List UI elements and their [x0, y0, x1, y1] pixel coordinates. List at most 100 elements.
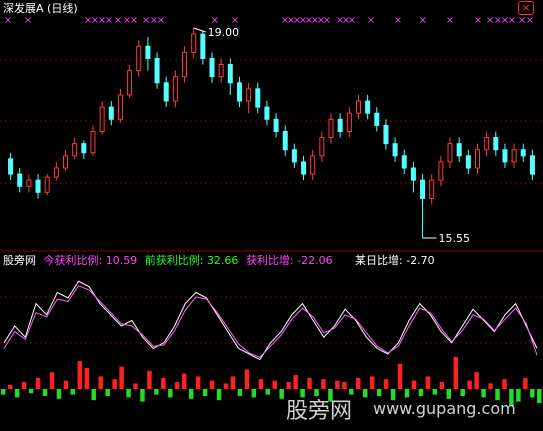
- hist-bar-down: [432, 389, 438, 395]
- histogram-series[interactable]: [1, 356, 542, 406]
- indicator-source: 股旁网: [3, 254, 36, 267]
- hist-bar-up: [369, 376, 375, 389]
- hist-bar-up: [439, 382, 445, 389]
- candle-up: [447, 143, 453, 163]
- candle-up: [182, 51, 188, 78]
- hist-bar-up: [523, 377, 528, 389]
- indicator-line-a[interactable]: [3, 280, 538, 361]
- hist-bar-down: [300, 389, 305, 398]
- candle-down: [264, 106, 270, 120]
- hist-bar-down: [516, 389, 521, 402]
- hist-bar-down: [279, 389, 284, 399]
- hist-bar-down: [251, 389, 257, 398]
- chart-canvas: × × ×××× × ×× × ×× × × ×××××××× ××× × × × × × × ××× × × 19.…: [0, 15, 543, 406]
- signal-marker: ×: [211, 15, 219, 26]
- candle-down: [209, 57, 215, 78]
- candle-up: [172, 76, 178, 102]
- candle-up: [117, 94, 123, 120]
- signal-marker: ×: [130, 15, 138, 26]
- candle-down: [520, 149, 526, 157]
- indicator-line-b[interactable]: [3, 285, 538, 358]
- candle-down: [145, 45, 151, 59]
- hist-bar-down: [349, 389, 354, 395]
- candle-up: [127, 70, 133, 96]
- hist-bar-up: [7, 384, 13, 389]
- hist-bar-up: [453, 356, 458, 389]
- hist-bar-down: [446, 389, 451, 399]
- hist-bar-down: [363, 389, 368, 398]
- signal-marker: ×: [323, 15, 331, 26]
- candle-down: [8, 158, 14, 175]
- close-icon[interactable]: ×: [518, 1, 534, 15]
- hist-bar-down: [418, 389, 424, 396]
- hist-bar-up: [425, 376, 431, 389]
- ind3-label: 获利比增:: [245, 254, 294, 267]
- candle-up: [319, 137, 325, 157]
- candle-up: [53, 167, 59, 178]
- hist-bar-up: [98, 376, 103, 389]
- high-price-label: 19.00: [208, 26, 240, 39]
- candle-down: [227, 64, 233, 84]
- hist-bar-up: [342, 382, 347, 389]
- hist-bar-down: [216, 389, 222, 401]
- hist-bar-up: [195, 376, 201, 389]
- grid-lines: [0, 59, 543, 390]
- candle-down: [17, 173, 23, 187]
- period-label: (日线): [47, 2, 78, 15]
- indicator-header-right: 某日比增: -2.70: [355, 254, 435, 267]
- hist-bar-down: [56, 389, 62, 399]
- hist-bar-up: [293, 375, 298, 389]
- hist-bar-up: [119, 366, 124, 389]
- hist-bar-up: [112, 379, 117, 389]
- signal-marker: ×: [348, 15, 356, 26]
- candle-down: [81, 143, 87, 154]
- candle-up: [99, 106, 105, 132]
- hist-bar-up: [175, 382, 180, 389]
- candle-up: [328, 118, 334, 139]
- hist-bar-up: [84, 368, 89, 389]
- candle-down: [420, 179, 426, 199]
- hist-bar-up: [286, 382, 291, 389]
- hist-bar-up: [21, 382, 27, 389]
- hist-bar-up: [467, 380, 472, 389]
- hist-bar-up: [77, 361, 83, 389]
- ind1-value: 10.59: [105, 254, 138, 267]
- candle-down: [465, 155, 471, 169]
- hist-bar-down: [126, 389, 131, 398]
- hist-bar-down: [28, 389, 34, 394]
- candle-down: [502, 149, 508, 163]
- candle-down: [154, 57, 160, 84]
- candle-up: [26, 179, 32, 187]
- indicator-header: 股旁网 今获利比例: 10.59 前获利比例: 32.66 获利比增: -22.…: [3, 254, 333, 267]
- candle-down: [392, 143, 398, 157]
- hist-bar-down: [188, 389, 194, 399]
- hist-bar-down: [481, 389, 486, 398]
- hist-bar-up: [209, 380, 215, 389]
- hist-bar-up: [397, 363, 403, 389]
- candle-down: [401, 155, 407, 169]
- hist-bar-down: [70, 389, 76, 395]
- candle-up: [218, 64, 224, 78]
- hist-bar-up: [182, 373, 187, 389]
- hist-bar-down: [105, 389, 110, 396]
- hist-bar-down: [537, 389, 542, 403]
- candle-down: [108, 106, 114, 120]
- candle-down: [456, 143, 462, 157]
- candle-down: [529, 155, 535, 175]
- candle-up: [438, 161, 444, 181]
- hist-bar-up: [147, 370, 152, 389]
- signal-marker: ×: [157, 15, 165, 26]
- signal-marker: ×: [4, 15, 12, 26]
- stock-chart-window: × × × × × × × × × × × × × × × × × × × × × × × × × × × × × × × × × × × × 19.…: [0, 0, 543, 427]
- candle-down: [410, 167, 416, 181]
- candle-up: [310, 155, 316, 175]
- hist-bar-up: [488, 383, 493, 389]
- hist-bar-up: [258, 379, 264, 389]
- hist-bar-up: [307, 377, 312, 389]
- candle-up: [346, 112, 352, 132]
- hist-bar-up: [223, 383, 229, 389]
- hist-bar-up: [356, 377, 361, 389]
- hist-bar-down: [140, 389, 145, 402]
- candle-up: [63, 155, 69, 169]
- signal-marker: ×: [474, 15, 482, 26]
